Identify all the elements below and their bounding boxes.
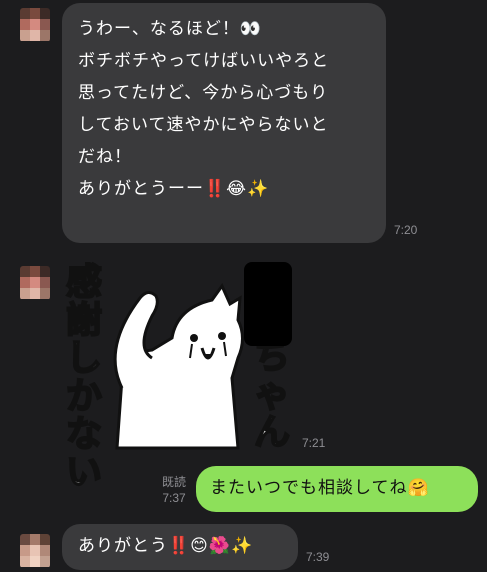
sticker-image[interactable]: 感 謝 し か な い ち ゃ ん — [62, 258, 302, 493]
message-time: 7:39 — [306, 550, 330, 564]
message-bubble[interactable]: うわー、なるほど！👀 ボチボチやってけばいいやろと 思ってたけど、今から心づもり… — [62, 3, 386, 243]
avatar[interactable] — [20, 8, 50, 42]
message-line: 思ってたけど、今から心づもり — [78, 83, 329, 103]
message-line: だね！ — [78, 147, 132, 167]
message-line: しておいて速やかにやらないと — [78, 115, 329, 135]
message-text: またいつでも相談してね🤗 — [210, 478, 430, 498]
message-line: ありがとうーー‼️😂✨ — [78, 179, 270, 199]
censor-block — [244, 262, 292, 346]
sticker-text: ち ゃ ん — [253, 336, 291, 453]
message-time: 7:20 — [394, 223, 418, 237]
avatar[interactable] — [20, 534, 50, 568]
message-time: 7:21 — [302, 436, 326, 450]
message-line: うわー、なるほど！👀 — [78, 19, 262, 39]
message-line: ボチボチやってけばいいやろと — [78, 51, 330, 71]
avatar[interactable] — [20, 266, 50, 300]
message-text: ありがとう‼️😊🌺✨ — [78, 536, 254, 556]
my-message-bubble[interactable]: またいつでも相談してね🤗 — [196, 466, 478, 512]
sticker-text: 感 謝 し か な い — [65, 262, 103, 493]
read-receipt: 既読 7:37 — [162, 475, 187, 505]
message-bubble[interactable]: ありがとう‼️😊🌺✨ — [62, 524, 298, 570]
